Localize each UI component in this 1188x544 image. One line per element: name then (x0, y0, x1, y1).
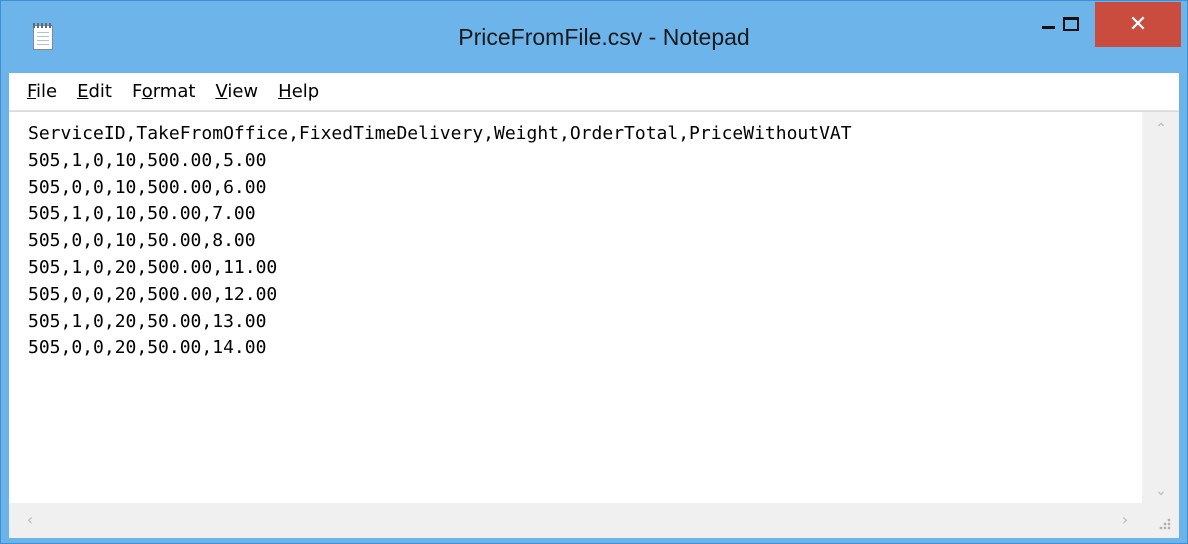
title-bar[interactable]: PriceFromFile.csv - Notepad ✕ (1, 1, 1187, 73)
editor: ServiceID,TakeFromOffice,FixedTimeDelive… (9, 111, 1179, 538)
close-icon: ✕ (1128, 12, 1148, 37)
menu-format-label: rmat (152, 80, 196, 102)
size-grip-icon (1159, 518, 1171, 530)
scroll-left-icon[interactable]: ‹ (23, 512, 37, 528)
text-line: 505,1,0,10,500.00,5.00 (28, 149, 267, 171)
size-grip[interactable] (1142, 503, 1179, 538)
text-line: 505,0,0,10,50.00,8.00 (28, 230, 256, 252)
notepad-window: PriceFromFile.csv - Notepad ✕ File Edit … (0, 0, 1188, 544)
scroll-up-icon[interactable]: ⌃ (1154, 122, 1168, 136)
text-line: 505,0,0,20,50.00,14.00 (28, 337, 267, 359)
maximize-icon (1063, 16, 1079, 31)
menu-view-label: iew (227, 80, 259, 102)
text-line: 505,1,0,20,50.00,13.00 (28, 310, 267, 332)
window-title: PriceFromFile.csv - Notepad (458, 24, 750, 50)
menu-bar: File Edit Format View Help (9, 73, 1179, 111)
scroll-right-icon[interactable]: › (1118, 512, 1132, 528)
menu-format-pre: F (131, 80, 142, 102)
menu-help[interactable]: Help (268, 73, 329, 111)
menu-view-accel: V (215, 80, 228, 102)
client-area: File Edit Format View Help ServiceID,Tak… (9, 73, 1179, 538)
menu-help-label: elp (291, 80, 320, 102)
menu-view[interactable]: View (205, 73, 268, 111)
text-line: 505,0,0,10,500.00,6.00 (28, 176, 267, 198)
close-button[interactable]: ✕ (1095, 2, 1181, 47)
text-line: 505,1,0,10,50.00,7.00 (28, 203, 256, 225)
vertical-scrollbar[interactable]: ⌃ ⌄ (1142, 112, 1179, 504)
text-line: 505,1,0,20,500.00,11.00 (28, 256, 278, 278)
text-line: 505,0,0,20,500.00,12.00 (28, 283, 278, 305)
menu-file-accel: F (27, 80, 37, 102)
menu-format[interactable]: Format (122, 73, 205, 111)
menu-edit-accel: E (77, 80, 89, 102)
maximize-button[interactable] (1047, 2, 1095, 45)
horizontal-scrollbar[interactable]: ‹ › (9, 503, 1142, 538)
menu-edit[interactable]: Edit (67, 73, 122, 111)
menu-file[interactable]: File (9, 73, 67, 111)
text-line: ServiceID,TakeFromOffice,FixedTimeDelive… (28, 123, 852, 144)
menu-edit-label: dit (88, 80, 112, 102)
text-editor[interactable]: ServiceID,TakeFromOffice,FixedTimeDelive… (9, 112, 1142, 504)
menu-format-accel: o (141, 80, 153, 102)
scroll-down-icon[interactable]: ⌄ (1154, 484, 1168, 498)
menu-help-accel: H (278, 80, 292, 102)
menu-file-label: ile (36, 80, 58, 102)
